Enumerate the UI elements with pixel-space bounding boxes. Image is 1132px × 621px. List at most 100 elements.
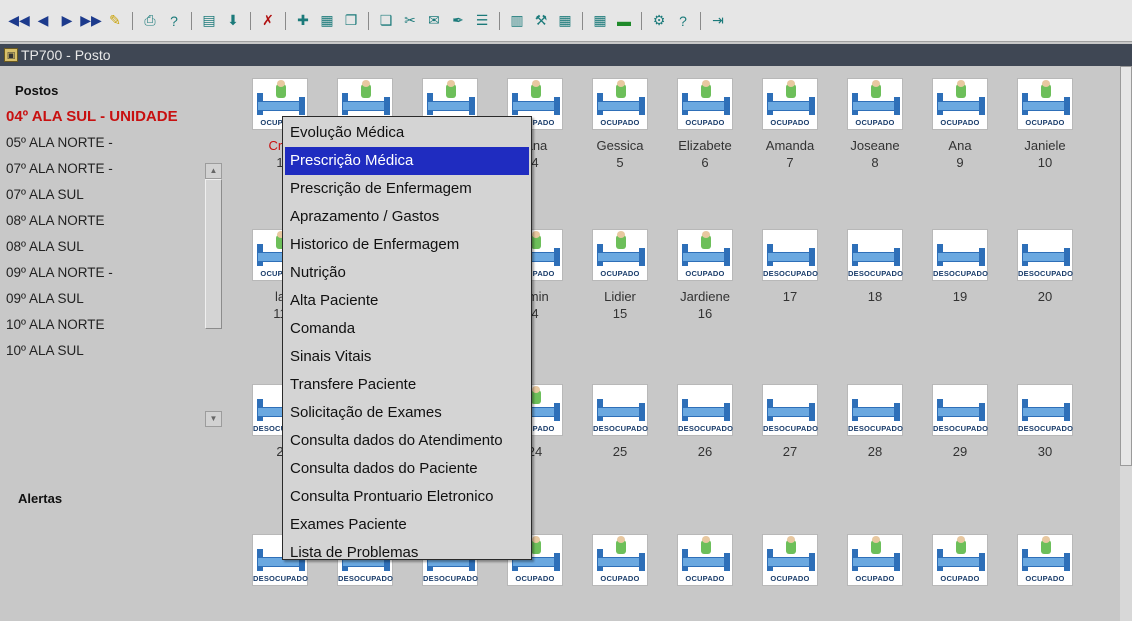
- bed-desocupado[interactable]: DESOCUPADO 18: [835, 229, 915, 304]
- bed-icon[interactable]: OCUPADO: [762, 534, 818, 586]
- tool-icon[interactable]: ⚒: [530, 10, 552, 32]
- bed-icon[interactable]: OCUPADO: [592, 229, 648, 281]
- bed-ocupado[interactable]: OCUPADO Joseane 8: [835, 78, 915, 170]
- scrollbar-thumb[interactable]: [205, 179, 222, 329]
- bed-desocupado[interactable]: DESOCUPADO 30: [1005, 384, 1085, 459]
- menu-item[interactable]: Historico de Enfermagem: [283, 231, 531, 259]
- bed-ocupado[interactable]: OCUPADO: [1005, 534, 1085, 586]
- previous-record-icon[interactable]: ◀: [32, 10, 54, 32]
- save-icon[interactable]: ⬇: [222, 10, 244, 32]
- insert-icon[interactable]: ✚: [292, 10, 314, 32]
- bed-icon[interactable]: OCUPADO: [847, 534, 903, 586]
- post-list-scrollbar[interactable]: ▲ ▼: [205, 163, 222, 427]
- grid-scrollbar[interactable]: [1120, 66, 1132, 621]
- bed-icon[interactable]: OCUPADO: [1017, 534, 1073, 586]
- query-icon[interactable]: ?: [163, 10, 185, 32]
- table-icon[interactable]: ▦: [316, 10, 338, 32]
- bed-icon[interactable]: OCUPADO: [932, 534, 988, 586]
- bed-ocupado[interactable]: OCUPADO: [665, 534, 745, 586]
- bed-icon[interactable]: OCUPADO: [677, 78, 733, 130]
- bed-icon[interactable]: DESOCUPADO: [932, 229, 988, 281]
- menu-item[interactable]: Consulta Prontuario Eletronico: [283, 483, 531, 511]
- new-icon[interactable]: ▤: [198, 10, 220, 32]
- last-record-icon[interactable]: ▶▶: [80, 10, 102, 32]
- bed-desocupado[interactable]: DESOCUPADO 27: [750, 384, 830, 459]
- bed-icon[interactable]: DESOCUPADO: [677, 384, 733, 436]
- bed-ocupado[interactable]: OCUPADO Lidier 15: [580, 229, 660, 321]
- attach-icon[interactable]: ✉: [423, 10, 445, 32]
- bed-icon[interactable]: DESOCUPADO: [592, 384, 648, 436]
- grid-icon[interactable]: ▦: [554, 10, 576, 32]
- bed-icon[interactable]: OCUPADO: [932, 78, 988, 130]
- bed-icon[interactable]: OCUPADO: [592, 78, 648, 130]
- bed-icon[interactable]: OCUPADO: [1017, 78, 1073, 130]
- bed-ocupado[interactable]: OCUPADO Ana 9: [920, 78, 1000, 170]
- post-item[interactable]: 05º ALA NORTE -: [6, 130, 206, 156]
- bed-desocupado[interactable]: DESOCUPADO 17: [750, 229, 830, 304]
- menu-item[interactable]: Nutrição: [283, 259, 531, 287]
- post-item[interactable]: 09º ALA NORTE -: [6, 260, 206, 286]
- print-icon[interactable]: ⎙: [139, 10, 161, 32]
- menu-item[interactable]: Transfere Paciente: [283, 371, 531, 399]
- menu-item[interactable]: Aprazamento / Gastos: [283, 203, 531, 231]
- bed-ocupado[interactable]: OCUPADO Gessica 5: [580, 78, 660, 170]
- scroll-up-icon[interactable]: ▲: [205, 163, 222, 179]
- bed-desocupado[interactable]: DESOCUPADO 28: [835, 384, 915, 459]
- post-item[interactable]: 07º ALA SUL: [6, 182, 206, 208]
- grid2-icon[interactable]: ▦: [589, 10, 611, 32]
- paste-icon[interactable]: ❏: [375, 10, 397, 32]
- bed-icon[interactable]: OCUPADO: [847, 78, 903, 130]
- bed-icon[interactable]: OCUPADO: [677, 534, 733, 586]
- report-icon[interactable]: ▥: [506, 10, 528, 32]
- bed-icon[interactable]: DESOCUPADO: [1017, 384, 1073, 436]
- post-item[interactable]: 08º ALA NORTE: [6, 208, 206, 234]
- menu-item[interactable]: Comanda: [283, 315, 531, 343]
- menu-item[interactable]: Sinais Vitais: [283, 343, 531, 371]
- bed-desocupado[interactable]: DESOCUPADO 19: [920, 229, 1000, 304]
- edit-icon[interactable]: ✎: [104, 10, 126, 32]
- menu-item[interactable]: Exames Paciente: [283, 511, 531, 539]
- bed-icon[interactable]: OCUPADO: [762, 78, 818, 130]
- help-icon[interactable]: ?: [672, 10, 694, 32]
- bed-desocupado[interactable]: DESOCUPADO 29: [920, 384, 1000, 459]
- bed-icon[interactable]: DESOCUPADO: [847, 384, 903, 436]
- bed-ocupado[interactable]: OCUPADO: [750, 534, 830, 586]
- bed-icon[interactable]: OCUPADO: [592, 534, 648, 586]
- minimize-icon[interactable]: ▬: [613, 10, 635, 32]
- menu-item[interactable]: Consulta dados do Paciente: [283, 455, 531, 483]
- bed-icon[interactable]: DESOCUPADO: [762, 384, 818, 436]
- menu-item[interactable]: Consulta dados do Atendimento: [283, 427, 531, 455]
- bed-ocupado[interactable]: OCUPADO: [835, 534, 915, 586]
- menu-item[interactable]: Evolução Médica: [283, 119, 531, 147]
- bed-desocupado[interactable]: DESOCUPADO 20: [1005, 229, 1085, 304]
- first-record-icon[interactable]: ◀◀: [8, 10, 30, 32]
- bed-icon[interactable]: DESOCUPADO: [762, 229, 818, 281]
- scroll-down-icon[interactable]: ▼: [205, 411, 222, 427]
- exit-icon[interactable]: ⇥: [707, 10, 729, 32]
- menu-item[interactable]: Lista de Problemas: [283, 539, 531, 567]
- bed-ocupado[interactable]: OCUPADO: [920, 534, 1000, 586]
- list-icon[interactable]: ☰: [471, 10, 493, 32]
- next-record-icon[interactable]: ▶: [56, 10, 78, 32]
- post-item[interactable]: 08º ALA SUL: [6, 234, 206, 260]
- post-item[interactable]: 04º ALA SUL - UNIDADE: [6, 104, 206, 130]
- post-item[interactable]: 07º ALA NORTE -: [6, 156, 206, 182]
- cut-icon[interactable]: ✂: [399, 10, 421, 32]
- post-item[interactable]: 09º ALA SUL: [6, 286, 206, 312]
- bed-icon[interactable]: OCUPADO: [677, 229, 733, 281]
- bed-ocupado[interactable]: OCUPADO Elizabete 6: [665, 78, 745, 170]
- bed-ocupado[interactable]: OCUPADO: [580, 534, 660, 586]
- bed-ocupado[interactable]: OCUPADO Janiele 10: [1005, 78, 1085, 170]
- bed-ocupado[interactable]: OCUPADO Amanda 7: [750, 78, 830, 170]
- cancel-icon[interactable]: ✗: [257, 10, 279, 32]
- post-item[interactable]: 10º ALA NORTE: [6, 312, 206, 338]
- bed-icon[interactable]: DESOCUPADO: [932, 384, 988, 436]
- config-icon[interactable]: ⚙: [648, 10, 670, 32]
- bed-desocupado[interactable]: DESOCUPADO 26: [665, 384, 745, 459]
- menu-item[interactable]: Prescrição de Enfermagem: [283, 175, 531, 203]
- bed-icon[interactable]: DESOCUPADO: [847, 229, 903, 281]
- post-item[interactable]: 10º ALA SUL: [6, 338, 206, 364]
- copy-icon[interactable]: ❐: [340, 10, 362, 32]
- pen-icon[interactable]: ✒: [447, 10, 469, 32]
- bed-icon[interactable]: DESOCUPADO: [1017, 229, 1073, 281]
